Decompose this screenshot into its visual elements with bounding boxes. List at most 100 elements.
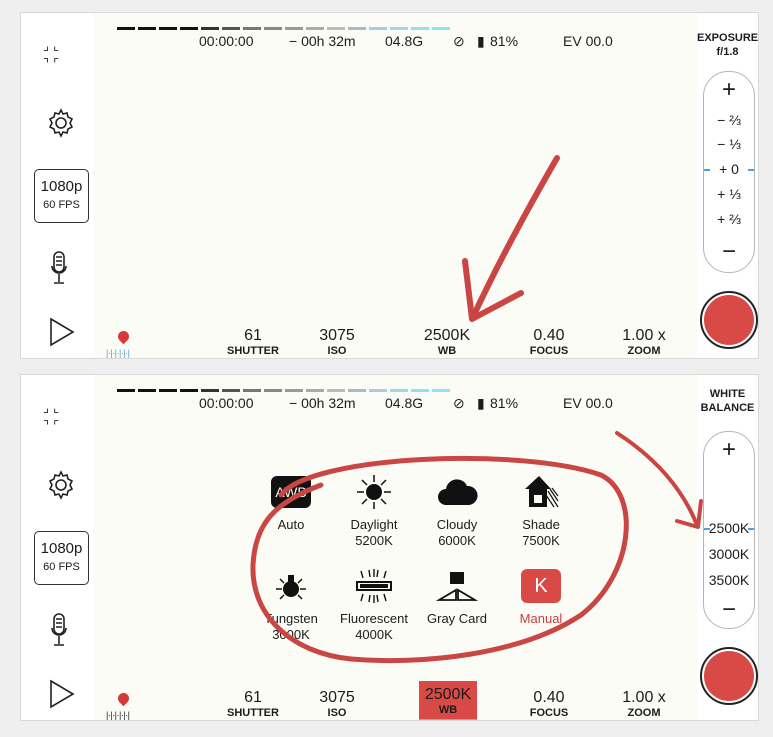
preset-fluorescent[interactable]: Fluorescent 4000K xyxy=(334,567,414,643)
exposure-meter-segment xyxy=(390,389,408,392)
iso-control[interactable]: 3075 ISO xyxy=(297,689,377,719)
iso-control[interactable]: 3075 ISO xyxy=(297,327,377,357)
preset-shade[interactable]: Shade 7500K xyxy=(501,473,581,549)
resolution-fps-button[interactable]: 1080p 60 FPS xyxy=(34,169,89,223)
exposure-meter-segment xyxy=(390,27,408,30)
exposure-meter-segment xyxy=(285,389,303,392)
exposure-meter-segment xyxy=(138,389,156,392)
resolution-fps-button[interactable]: 1080p 60 FPS xyxy=(34,531,89,585)
stop-minus-one-third[interactable]: − ⅓ xyxy=(704,136,754,152)
shutter-control[interactable]: 61 SHUTTER xyxy=(213,327,293,357)
slider-ticks[interactable]: |·|·|·|·|·| xyxy=(106,348,130,358)
battery-icon: ▮ xyxy=(477,33,485,49)
preset-auto[interactable]: AWB Auto xyxy=(251,473,331,533)
viewfinder[interactable] xyxy=(93,13,697,358)
stop-plus-one-third[interactable]: + ⅓ xyxy=(704,186,754,202)
gear-icon[interactable] xyxy=(45,107,77,139)
exposure-meter-segment xyxy=(432,389,450,392)
awb-icon: AWB xyxy=(271,476,311,508)
exposure-meter-segment xyxy=(159,27,177,30)
shutter-control[interactable]: 61 SHUTTER xyxy=(213,689,293,719)
play-icon[interactable] xyxy=(49,679,75,709)
preset-daylight[interactable]: Daylight 5200K xyxy=(334,473,414,549)
focus-control[interactable]: 0.40 FOCUS xyxy=(509,689,589,719)
exposure-stepper[interactable]: + − ⅔ − ⅓ + 0 + ⅓ + ⅔ − xyxy=(703,71,755,273)
exposure-meter-segment xyxy=(180,389,198,392)
storage: 04.8G xyxy=(385,395,424,411)
exposure-meter-segment xyxy=(369,389,387,392)
slider-pin-icon[interactable] xyxy=(115,690,132,707)
zoom-control[interactable]: 1.00 x ZOOM xyxy=(604,689,684,719)
slider-pin-icon[interactable] xyxy=(115,328,132,345)
exposure-minus-button[interactable]: − xyxy=(704,240,754,264)
exposure-meter-segment xyxy=(369,27,387,30)
zoom-control[interactable]: 1.00 x ZOOM xyxy=(604,327,684,357)
fluorescent-icon xyxy=(356,569,392,603)
microphone-icon[interactable] xyxy=(51,251,67,285)
temp-2500k[interactable]: 2500K xyxy=(704,520,754,536)
exposure-panel-screenshot: ⌟⌞ ⌝⌜ 1080p 60 FPS 00:00:00 − 00h 32m 04.… xyxy=(20,12,759,359)
exposure-meter-segment xyxy=(138,27,156,30)
slider-ticks[interactable]: |·|·|·|·|·| xyxy=(106,710,130,720)
gray-card-icon xyxy=(436,572,478,601)
stabilization-icon: ⊘ xyxy=(453,395,465,411)
preset-manual[interactable]: K Manual xyxy=(501,567,581,627)
wb-control[interactable]: 2500K WB xyxy=(407,327,487,358)
sun-icon xyxy=(357,475,391,509)
preset-cloudy[interactable]: Cloudy 6000K xyxy=(417,473,497,549)
focus-control[interactable]: 0.40 FOCUS xyxy=(509,327,589,357)
fps-label: 60 FPS xyxy=(43,561,80,573)
left-toolbar: ⌟⌞ ⌝⌜ 1080p 60 FPS xyxy=(21,375,93,720)
preset-gray-card[interactable]: Gray Card xyxy=(417,567,497,627)
preset-tungsten[interactable]: Tungsten 3000K xyxy=(251,567,331,643)
gear-icon[interactable] xyxy=(45,469,77,501)
battery-icon: ▮ xyxy=(477,395,485,411)
resolution-label: 1080p xyxy=(40,540,83,557)
exposure-meter-segment xyxy=(306,389,324,392)
bulb-icon xyxy=(276,575,306,600)
wb-control-active[interactable]: 2500K WB xyxy=(419,681,477,720)
house-shade-icon xyxy=(525,476,559,508)
microphone-icon[interactable] xyxy=(51,613,67,647)
exposure-meter-segment xyxy=(264,27,282,30)
exposure-meter-segment xyxy=(201,27,219,30)
exposure-meter-segment xyxy=(348,27,366,30)
exposure-plus-button[interactable]: + xyxy=(704,78,754,102)
exposure-meter-segment xyxy=(327,389,345,392)
collapse-icon[interactable]: ⌟⌞ ⌝⌜ xyxy=(43,399,73,435)
exposure-meter-segment xyxy=(117,27,135,30)
exposure-meter-segment xyxy=(222,389,240,392)
resolution-label: 1080p xyxy=(40,178,83,195)
record-button[interactable] xyxy=(700,291,758,349)
temperature-plus-button[interactable]: + xyxy=(704,438,754,462)
exposure-meter-segment xyxy=(159,389,177,392)
ev-readout: EV 00.0 xyxy=(563,395,613,411)
collapse-icon[interactable]: ⌟⌞ ⌝⌜ xyxy=(43,37,73,73)
timecode: 00:00:00 xyxy=(199,395,254,411)
cloud-icon xyxy=(438,479,478,505)
temp-3000k[interactable]: 3000K xyxy=(704,546,754,562)
stop-minus-two-thirds[interactable]: − ⅔ xyxy=(704,112,754,128)
white-balance-presets: AWB Auto Daylight 5200K Cloudy 6000K Shade… xyxy=(251,473,581,663)
exposure-meter-segment xyxy=(327,27,345,30)
temperature-minus-button[interactable]: − xyxy=(704,598,754,622)
exposure-meter-segment xyxy=(411,27,429,30)
fps-label: 60 FPS xyxy=(43,199,80,211)
exposure-meter-segment xyxy=(222,27,240,30)
exposure-meter-segment xyxy=(243,389,261,392)
exposure-meter-segment xyxy=(264,389,282,392)
ev-readout: EV 00.0 xyxy=(563,33,613,49)
exposure-header: EXPOSURE f/1.8 xyxy=(697,32,759,58)
stabilization-icon: ⊘ xyxy=(453,33,465,49)
stop-zero[interactable]: + 0 xyxy=(704,161,754,177)
stop-plus-two-thirds[interactable]: + ⅔ xyxy=(704,211,754,227)
temp-3500k[interactable]: 3500K xyxy=(704,572,754,588)
exposure-meter-segment xyxy=(411,389,429,392)
battery-level: 81% xyxy=(490,395,519,411)
play-icon[interactable] xyxy=(49,317,75,347)
storage: 04.8G xyxy=(385,33,424,49)
white-balance-sidebar: WHITE BALANCE + 2500K 3000K 3500K − xyxy=(697,375,758,720)
record-button[interactable] xyxy=(700,647,758,705)
temperature-stepper[interactable]: + 2500K 3000K 3500K − xyxy=(703,431,755,629)
left-toolbar: ⌟⌞ ⌝⌜ 1080p 60 FPS xyxy=(21,13,93,358)
